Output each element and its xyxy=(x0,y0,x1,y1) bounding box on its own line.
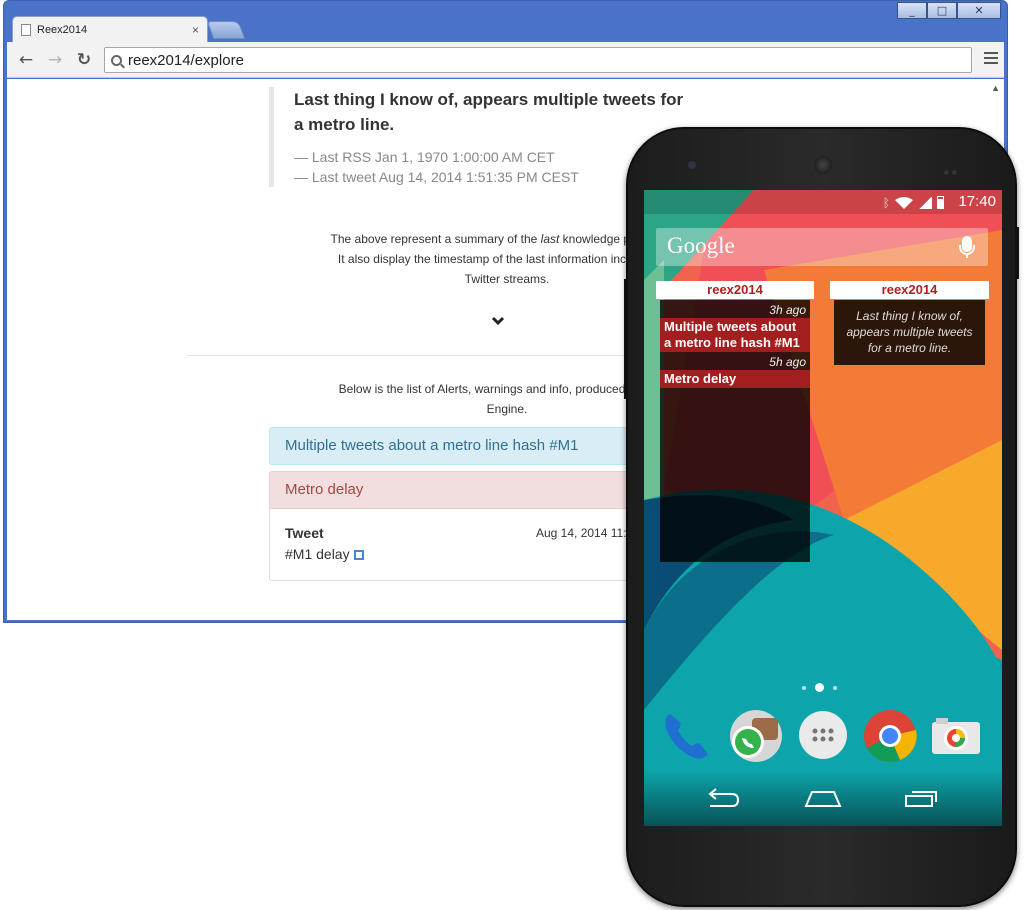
new-tab-button[interactable] xyxy=(206,21,246,39)
whatsapp-app-icon[interactable] xyxy=(728,708,782,762)
status-icons: ᛒ xyxy=(883,196,944,209)
scroll-up-arrow-icon[interactable]: ▲ xyxy=(991,83,1000,93)
power-key xyxy=(1015,227,1019,279)
reex2014-summary-widget[interactable]: Last thing I know of, appears multiple t… xyxy=(834,300,985,365)
page-indicator xyxy=(802,683,837,692)
menu-icon[interactable] xyxy=(984,52,998,67)
google-search-bar[interactable]: Google xyxy=(656,228,988,266)
chevron-down-icon[interactable] xyxy=(491,314,505,330)
phone-app-icon[interactable] xyxy=(660,708,714,762)
navigation-bar xyxy=(644,770,1002,826)
camera-app-icon[interactable] xyxy=(928,708,982,762)
back-arrow-icon[interactable]: ← xyxy=(15,49,37,71)
forward-arrow-icon[interactable]: → xyxy=(44,49,66,71)
browser-toolbar: ← → ↻ reex2014/explore xyxy=(7,42,1004,78)
app-dock xyxy=(644,702,1002,762)
tab-title: Reex2014 xyxy=(37,24,88,36)
bluetooth-icon: ᛒ xyxy=(882,196,890,210)
tweet-date: Aug 14, 2014 11: xyxy=(536,526,627,540)
page-icon xyxy=(21,24,31,36)
quote-text: Last thing I know of, appears multiple t… xyxy=(294,90,684,134)
screenshot-stage: _ □ ✕ Reex2014 × ← → ↻ reex2014/explore … xyxy=(0,0,1024,910)
google-logo: Google xyxy=(667,233,735,258)
widget-item-time: 5h ago xyxy=(769,355,806,369)
app-drawer-icon[interactable] xyxy=(796,708,850,762)
url-text: reex2014/explore xyxy=(128,51,244,69)
reload-icon[interactable]: ↻ xyxy=(73,49,95,71)
address-bar[interactable]: reex2014/explore xyxy=(104,47,972,73)
tab-close-icon[interactable]: × xyxy=(192,23,199,37)
back-nav-icon[interactable] xyxy=(704,788,740,813)
recents-nav-icon[interactable] xyxy=(904,788,940,813)
tab-reex2014[interactable]: Reex2014 × xyxy=(12,16,208,43)
tab-strip: Reex2014 × xyxy=(4,15,1007,43)
wifi-icon xyxy=(895,197,913,209)
widget-item[interactable]: Metro delay xyxy=(660,370,810,388)
widget-summary-text: Last thing I know of, appears multiple t… xyxy=(846,309,973,355)
widget-right-header: reex2014 xyxy=(830,281,989,299)
search-icon xyxy=(111,54,122,66)
home-nav-icon[interactable] xyxy=(804,788,842,813)
proximity-sensor xyxy=(944,162,960,175)
phone-screen: ᛒ 17:40 Google reex2014 3h ago Multiple … xyxy=(644,190,1002,826)
reex2014-alerts-widget[interactable]: 3h ago Multiple tweets about a metro lin… xyxy=(660,300,810,562)
external-link-icon[interactable] xyxy=(353,550,364,560)
android-phone: ᛒ 17:40 Google reex2014 3h ago Multiple … xyxy=(624,127,1019,907)
status-time: 17:40 xyxy=(958,193,996,210)
chrome-app-icon[interactable] xyxy=(862,708,917,762)
widget-item[interactable]: Multiple tweets about a metro line hash … xyxy=(660,318,810,352)
widget-left-header: reex2014 xyxy=(656,281,814,299)
microphone-icon[interactable] xyxy=(959,236,975,258)
battery-icon xyxy=(937,196,944,209)
front-camera xyxy=(688,161,696,169)
widget-item-time: 3h ago xyxy=(769,303,806,317)
signal-icon xyxy=(918,197,932,209)
earpiece-speaker xyxy=(814,156,832,174)
status-bar: ᛒ 17:40 xyxy=(644,190,1002,214)
volume-key xyxy=(624,279,628,399)
